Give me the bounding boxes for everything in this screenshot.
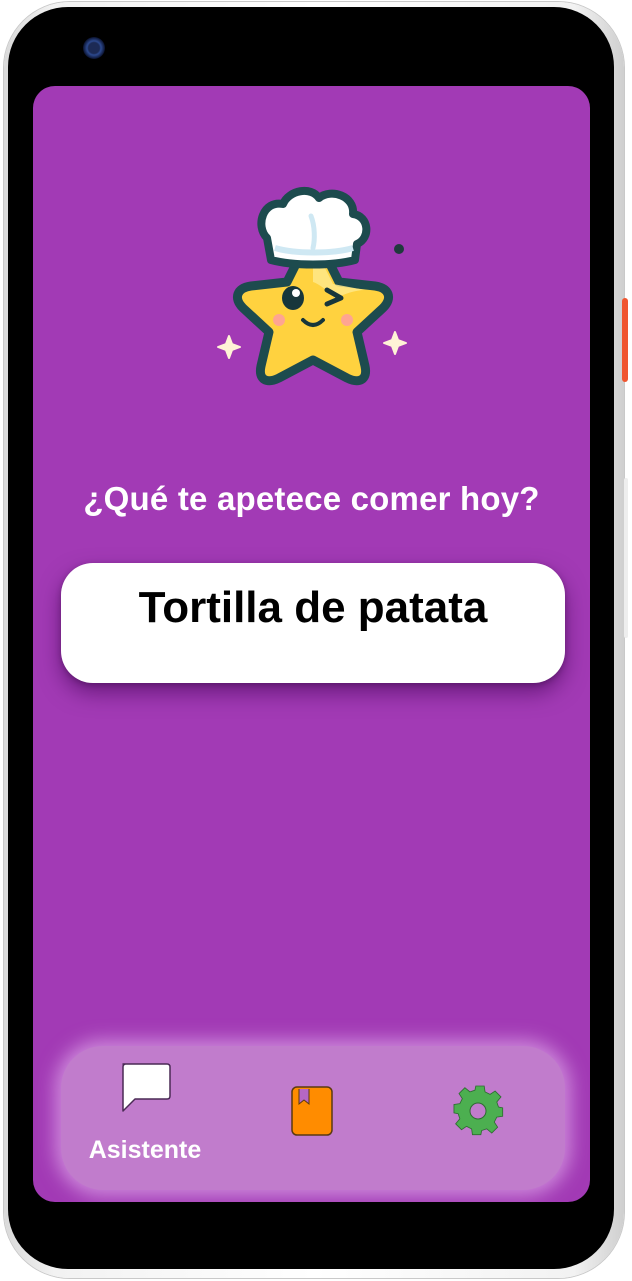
nav-item-recipes[interactable] xyxy=(287,1046,343,1190)
dish-name: Tortilla de patata xyxy=(138,583,488,632)
nav-label-asistente: Asistente xyxy=(88,1136,202,1164)
nav-item-asistente[interactable]: Asistente xyxy=(81,1046,209,1190)
nav-item-settings[interactable] xyxy=(451,1046,511,1190)
app-screen: ¿Qué te apetece comer hoy? Tortilla de p… xyxy=(33,86,590,1202)
chef-star-mascot-icon xyxy=(217,186,407,386)
book-icon xyxy=(291,1086,333,1136)
gear-icon xyxy=(453,1085,504,1136)
bottom-navigation-bar: Asistente xyxy=(61,1046,565,1190)
chat-bubble-icon xyxy=(122,1063,171,1112)
power-button xyxy=(622,298,628,382)
question-heading: ¿Qué te apetece comer hoy? xyxy=(83,480,540,517)
front-camera xyxy=(83,37,105,59)
volume-button xyxy=(624,478,628,638)
dish-suggestion-card[interactable]: Tortilla de patata xyxy=(61,563,565,683)
